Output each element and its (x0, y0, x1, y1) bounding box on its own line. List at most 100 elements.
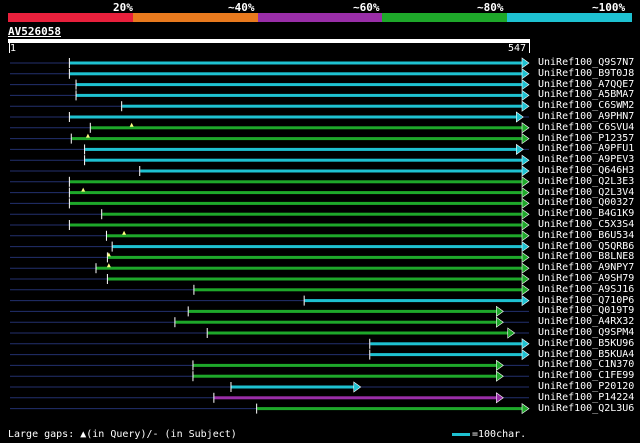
hit-bar[interactable] (140, 169, 523, 173)
hit-row[interactable] (10, 187, 530, 199)
hit-row[interactable] (10, 273, 530, 285)
hit-row[interactable] (10, 349, 530, 361)
hit-row[interactable] (10, 143, 529, 155)
hit-row[interactable] (10, 370, 529, 382)
hit-row[interactable] (10, 241, 530, 253)
hit-label[interactable]: UniRef100_A9SJ16 (538, 284, 634, 295)
hit-row[interactable] (10, 165, 530, 177)
hit-bar[interactable] (69, 223, 523, 227)
hit-row[interactable] (10, 262, 530, 274)
hit-row[interactable] (10, 230, 530, 242)
hit-bar[interactable] (69, 201, 523, 205)
hit-label[interactable]: UniRef100_Q2L3U6 (538, 403, 634, 414)
hit-row[interactable] (10, 338, 530, 350)
hit-label[interactable]: UniRef100_B4G1K9 (538, 208, 634, 219)
hit-row[interactable] (10, 133, 530, 145)
hit-label[interactable]: UniRef100_Q646H3 (538, 165, 634, 176)
hit-label[interactable]: UniRef100_A9PFU1 (538, 143, 634, 154)
hit-label[interactable]: UniRef100_A9NPY7 (538, 262, 634, 273)
hit-bar[interactable] (69, 61, 523, 65)
hit-row[interactable] (10, 197, 530, 209)
hit-bar[interactable] (214, 396, 498, 400)
hit-row[interactable] (10, 79, 530, 91)
hit-row[interactable] (10, 403, 530, 415)
hit-bar[interactable] (102, 212, 523, 216)
hit-label[interactable]: UniRef100_P12357 (538, 133, 634, 144)
hit-bar[interactable] (90, 126, 524, 130)
hit-label[interactable]: UniRef100_Q710P6 (538, 295, 634, 306)
hit-bar[interactable] (188, 309, 498, 313)
hit-bar[interactable] (85, 147, 518, 151)
hit-label[interactable]: UniRef100_P20120 (538, 381, 634, 392)
hit-row[interactable] (10, 111, 529, 123)
hit-label[interactable]: UniRef100_B6U534 (538, 230, 634, 241)
hit-label[interactable]: UniRef100_C1FE99 (538, 370, 634, 381)
hit-row[interactable] (10, 57, 530, 69)
hit-bar[interactable] (370, 353, 523, 357)
hit-row[interactable] (10, 295, 530, 307)
hit-bar[interactable] (194, 288, 523, 292)
hit-row[interactable] (10, 219, 530, 231)
hit-label[interactable]: UniRef100_B5KU96 (538, 338, 634, 349)
hit-label[interactable]: UniRef100_Q9SPM4 (538, 327, 634, 338)
hit-label[interactable]: UniRef100_A4RX32 (538, 316, 634, 327)
hit-label[interactable]: UniRef100_Q2L3V4 (538, 187, 634, 198)
hit-row[interactable] (10, 305, 529, 317)
scale-bar (452, 433, 470, 436)
hit-label[interactable]: UniRef100_C6SWM2 (538, 100, 634, 111)
hit-bar[interactable] (112, 245, 524, 249)
hit-row[interactable] (10, 392, 529, 404)
hit-label[interactable]: UniRef100_A9PEV3 (538, 154, 634, 165)
hit-bar[interactable] (193, 374, 498, 378)
hit-row[interactable] (10, 284, 530, 296)
hit-bar[interactable] (370, 342, 523, 346)
hit-label[interactable]: UniRef100_C5X3S4 (538, 219, 634, 230)
hit-row[interactable] (10, 208, 530, 220)
hit-row[interactable] (10, 68, 530, 80)
hit-label[interactable]: UniRef100_B8LNE8 (538, 251, 634, 262)
hit-row[interactable] (10, 89, 530, 101)
hit-bar[interactable] (85, 158, 523, 162)
hit-label[interactable]: UniRef100_Q5QRB6 (538, 241, 634, 252)
hit-bar[interactable] (96, 266, 524, 270)
hit-row[interactable] (10, 327, 529, 339)
hit-label[interactable]: UniRef100_A9PHN7 (538, 111, 634, 122)
hit-row[interactable] (10, 381, 529, 393)
hit-bar[interactable] (107, 277, 524, 281)
hit-bar[interactable] (106, 234, 523, 238)
hit-bar[interactable] (76, 83, 524, 87)
hit-label[interactable]: UniRef100_C1N370 (538, 359, 634, 370)
hit-row[interactable] (10, 100, 530, 112)
hit-bar[interactable] (69, 191, 523, 195)
hit-bar[interactable] (69, 115, 518, 119)
hit-label[interactable]: UniRef100_C6SVU4 (538, 122, 634, 133)
hit-label[interactable]: UniRef100_B9T0J8 (538, 68, 634, 79)
hit-row[interactable] (10, 176, 530, 188)
hit-row[interactable] (10, 359, 529, 371)
hit-label[interactable]: UniRef100_A7QQE7 (538, 79, 634, 90)
hit-bar[interactable] (304, 299, 523, 303)
hit-bar[interactable] (193, 363, 498, 367)
hit-bar[interactable] (69, 180, 523, 184)
hit-row[interactable] (10, 154, 530, 166)
hit-label[interactable]: UniRef100_Q00327 (538, 197, 634, 208)
hit-label[interactable]: UniRef100_Q2L3E3 (538, 176, 634, 187)
hit-bar[interactable] (207, 331, 509, 335)
hit-label[interactable]: UniRef100_P14224 (538, 392, 634, 403)
hit-bar[interactable] (122, 104, 524, 108)
hit-label[interactable]: UniRef100_A5BMA7 (538, 89, 634, 100)
hit-bar[interactable] (71, 137, 524, 141)
hit-bar[interactable] (257, 407, 523, 411)
hit-row[interactable] (10, 122, 530, 134)
hit-row[interactable] (10, 316, 529, 328)
hit-bar[interactable] (69, 72, 523, 76)
hit-bar[interactable] (231, 385, 355, 389)
hit-row[interactable] (10, 251, 530, 263)
hit-label[interactable]: UniRef100_Q9S7N7 (538, 57, 634, 68)
hit-label[interactable]: UniRef100_Q019T9 (538, 305, 634, 316)
hit-label[interactable]: UniRef100_A9SH79 (538, 273, 634, 284)
hit-label[interactable]: UniRef100_B5KUA4 (538, 349, 634, 360)
hit-bar[interactable] (107, 255, 524, 259)
hit-bar[interactable] (175, 320, 498, 324)
hit-bar[interactable] (76, 93, 524, 97)
